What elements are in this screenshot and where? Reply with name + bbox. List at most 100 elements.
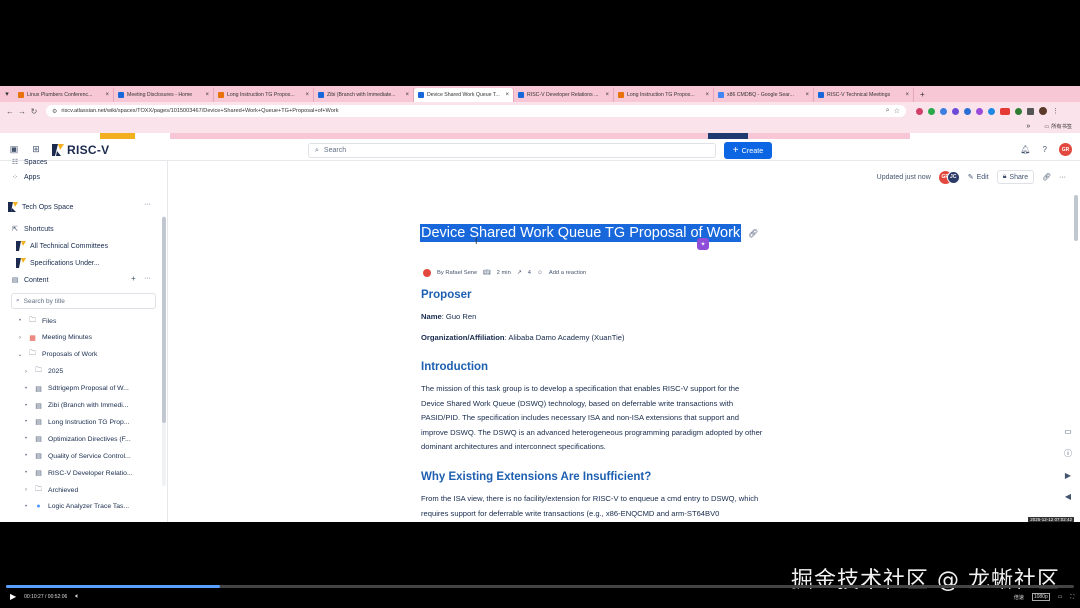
address-bar[interactable]: ⚙ riscv.atlassian.net/wiki/spaces/TOXX/p… bbox=[46, 105, 906, 117]
browser-menu-icon[interactable]: ⋮ bbox=[1052, 107, 1059, 115]
sidebar-item-shortcuts[interactable]: ⇱ Shortcuts bbox=[10, 223, 54, 235]
tree-item[interactable]: ⌄ 🗀︎ Proposals of Work bbox=[16, 349, 97, 361]
tree-item[interactable]: • 🗀︎ Files bbox=[16, 315, 56, 327]
tree-item[interactable]: • ▤ RISC-V Developer Relatio... bbox=[22, 467, 133, 479]
add-content-icon[interactable]: + bbox=[131, 274, 136, 283]
page-title[interactable]: Device Shared Work Queue TG Proposal of … bbox=[420, 224, 742, 242]
extension-icon[interactable] bbox=[1015, 107, 1022, 115]
browser-tab[interactable]: RISC-V Technical Meetings × bbox=[814, 88, 914, 102]
sidebar-search-input[interactable]: ⌕ Search by title bbox=[11, 293, 156, 309]
space-header[interactable]: Tech Ops Space bbox=[8, 201, 73, 213]
sidebar-item-content[interactable]: ▤ Content bbox=[10, 274, 49, 286]
tree-item[interactable]: • ● Logic Analyzer Trace Tas... bbox=[22, 501, 129, 513]
bullet-icon[interactable]: • bbox=[22, 504, 30, 510]
sidebar-item-spaces[interactable]: ☷ Spaces bbox=[10, 157, 48, 167]
content-scrollbar-thumb[interactable] bbox=[1074, 195, 1078, 241]
tree-item[interactable]: › 🗀︎ 2025 bbox=[22, 366, 63, 378]
site-info-icon[interactable]: ⚙ bbox=[52, 108, 57, 115]
speed-button[interactable]: 倍速 bbox=[1014, 594, 1024, 601]
bullet-icon[interactable]: • bbox=[16, 318, 24, 324]
copy-link-icon[interactable]: 🔗︎ bbox=[1042, 173, 1051, 181]
browser-tab[interactable]: Long Instruction TG Propos... × bbox=[614, 88, 714, 102]
tree-item[interactable]: • ▤ Long Instruction TG Prop... bbox=[22, 416, 130, 428]
extension-icon[interactable] bbox=[1000, 107, 1010, 115]
sidebar-toggle-icon[interactable]: ▣ bbox=[6, 142, 22, 158]
bullet-icon[interactable]: • bbox=[22, 436, 30, 442]
forward-icon[interactable]: → bbox=[16, 107, 28, 116]
extension-icon[interactable] bbox=[940, 107, 947, 115]
author-avatar[interactable] bbox=[423, 269, 431, 277]
reload-icon[interactable]: ↻ bbox=[28, 107, 40, 116]
browser-tab[interactable]: Linux Plumbers Conferenc... × bbox=[14, 88, 114, 102]
tab-close-icon[interactable]: × bbox=[805, 92, 809, 98]
browser-tab[interactable]: x86 CMDBQ - Google Sear... × bbox=[714, 88, 814, 102]
bookmarks-more-button[interactable]: » bbox=[1026, 123, 1030, 130]
pip-icon[interactable]: ▭ bbox=[1058, 594, 1063, 600]
tab-close-icon[interactable]: × bbox=[105, 92, 109, 98]
info-icon[interactable]: ⓘ bbox=[1064, 448, 1072, 459]
all-bookmarks-folder[interactable]: 所有书签 bbox=[1051, 123, 1072, 130]
bookmark-star-icon[interactable]: ☆ bbox=[894, 107, 900, 115]
tab-search-icon[interactable]: ▾ bbox=[0, 87, 14, 101]
collaborator-avatars[interactable]: GR JC bbox=[938, 170, 960, 184]
zoom-icon[interactable]: ⌕ bbox=[886, 107, 890, 115]
edit-button[interactable]: ✎ Edit bbox=[968, 173, 989, 182]
reaction-icon[interactable]: ☺ bbox=[537, 270, 543, 276]
ai-assistant-icon[interactable]: ✦ bbox=[697, 238, 709, 250]
title-link-icon[interactable]: 🔗︎ bbox=[748, 229, 758, 238]
play-icon[interactable]: ▶ bbox=[10, 592, 16, 601]
space-more-icon[interactable]: ··· bbox=[144, 201, 151, 208]
bullet-icon[interactable]: • bbox=[22, 470, 30, 476]
extension-icon[interactable] bbox=[964, 107, 971, 115]
notifications-bell-icon[interactable]: 🔔︎ bbox=[1020, 145, 1030, 154]
tree-item[interactable]: • ▤ Optimization Directives (F... bbox=[22, 433, 131, 445]
sidebar-item-apps[interactable]: ⁘ Apps bbox=[10, 171, 40, 183]
bullet-icon[interactable]: • bbox=[22, 419, 30, 425]
new-tab-button[interactable]: + bbox=[914, 90, 931, 99]
back-icon[interactable]: ← bbox=[4, 107, 16, 116]
tree-item[interactable]: • ▤ Zibi (Branch with Immedi... bbox=[22, 400, 129, 412]
announce-icon[interactable]: ◀ bbox=[1065, 492, 1071, 501]
extension-icon[interactable] bbox=[952, 107, 959, 115]
chevron-down-icon[interactable]: ⌄ bbox=[16, 351, 24, 358]
tree-item[interactable]: • ▤ Quality of Service Control... bbox=[22, 450, 131, 462]
tab-close-icon[interactable]: × bbox=[305, 92, 309, 98]
tree-item[interactable]: › ▦ Meeting Minutes bbox=[16, 332, 92, 344]
content-more-icon[interactable]: ··· bbox=[144, 275, 151, 282]
bullet-icon[interactable]: • bbox=[22, 453, 30, 459]
extension-icon[interactable] bbox=[928, 107, 935, 115]
create-button[interactable]: + Create bbox=[724, 142, 772, 159]
tab-close-icon[interactable]: × bbox=[905, 92, 909, 98]
riscv-logo[interactable]: RISC-V bbox=[52, 143, 109, 157]
avatar[interactable]: JC bbox=[946, 170, 960, 184]
extension-icon[interactable] bbox=[916, 107, 923, 115]
chevron-right-icon[interactable]: › bbox=[22, 369, 30, 375]
video-record-icon[interactable]: ▶ bbox=[1065, 471, 1071, 480]
extension-icon[interactable] bbox=[976, 107, 983, 115]
quality-button[interactable]: 1080p bbox=[1031, 593, 1050, 601]
tab-close-icon[interactable]: × bbox=[405, 92, 409, 98]
browser-tab[interactable]: Device Shared Work Queue T... × bbox=[414, 88, 514, 102]
tree-item[interactable]: › 🗀︎ Archieved bbox=[22, 484, 78, 496]
browser-tab[interactable]: Meeting Disclosures - Home × bbox=[114, 88, 214, 102]
browser-tab[interactable]: Zibi (Branch with Immediate... × bbox=[314, 88, 414, 102]
shortcut-item[interactable]: Specifications Under... bbox=[16, 257, 100, 269]
tree-item[interactable]: • ▤ Sdtrigepm Proposal of W... bbox=[22, 383, 129, 395]
help-icon[interactable]: ? bbox=[1043, 145, 1047, 154]
chevron-right-icon[interactable]: › bbox=[22, 487, 30, 493]
profile-avatar[interactable] bbox=[1039, 107, 1047, 115]
search-input[interactable]: ⌕ Search bbox=[308, 143, 716, 158]
bullet-icon[interactable]: • bbox=[22, 386, 30, 392]
comments-icon[interactable]: ▭ bbox=[1064, 427, 1072, 436]
browser-tab[interactable]: RISC-V Developer Relations ... × bbox=[514, 88, 614, 102]
app-switcher-icon[interactable]: ⊞ bbox=[28, 142, 44, 158]
share-button[interactable]: 🔒︎ Share bbox=[996, 170, 1035, 184]
extensions-puzzle-icon[interactable] bbox=[1027, 107, 1034, 115]
tab-close-icon[interactable]: × bbox=[205, 92, 209, 98]
shortcut-item[interactable]: All Technical Committees bbox=[16, 240, 108, 252]
tab-close-icon[interactable]: × bbox=[705, 92, 709, 98]
browser-tab[interactable]: Long Instruction TG Propos... × bbox=[214, 88, 314, 102]
sidebar-scrollbar-thumb[interactable] bbox=[162, 217, 166, 423]
add-reaction-link[interactable]: Add a reaction bbox=[549, 270, 586, 276]
tab-close-icon[interactable]: × bbox=[505, 92, 509, 98]
